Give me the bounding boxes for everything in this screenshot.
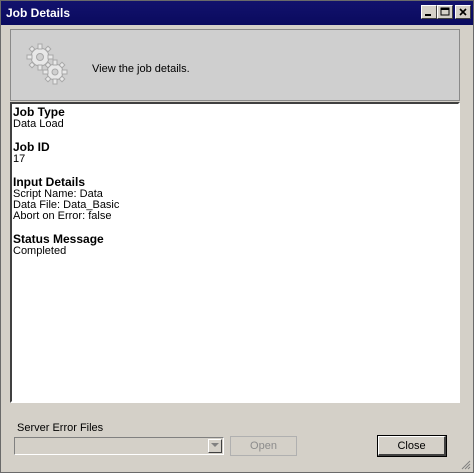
close-icon (459, 8, 467, 16)
section-heading: Job ID (13, 140, 50, 154)
dropdown-button[interactable] (208, 439, 222, 453)
section-value: 17 (13, 153, 26, 165)
job-details-panel[interactable]: Job Type Data Load Job ID 17 Input Detai… (10, 102, 460, 403)
section-job-id: Job ID 17 (13, 141, 457, 165)
window-title: Job Details (6, 6, 71, 20)
section-heading: Job Type (13, 105, 65, 119)
job-details-window: Job Details View the job details. Job Ty… (0, 0, 474, 473)
section-value: Completed (13, 245, 67, 257)
resize-grip-icon[interactable] (460, 459, 471, 470)
section-status-message: Status Message Completed (13, 233, 457, 257)
close-button[interactable]: Close (377, 435, 447, 457)
header-description: View the job details. (92, 63, 190, 75)
section-heading: Status Message (13, 232, 104, 246)
open-button[interactable]: Open (230, 436, 297, 456)
section-input-details: Input Details Script Name: Data Data Fil… (13, 176, 457, 222)
section-value: Abort on Error: false (13, 210, 112, 222)
minimize-button[interactable] (421, 5, 437, 19)
server-error-files-label: Server Error Files (17, 422, 104, 434)
section-value: Data Load (13, 118, 64, 130)
chevron-down-icon (211, 443, 219, 447)
section-job-type: Job Type Data Load (13, 106, 457, 130)
maximize-button[interactable] (437, 5, 453, 19)
header-panel: View the job details. (10, 29, 460, 101)
server-error-files-select[interactable] (14, 437, 224, 455)
title-bar[interactable]: Job Details (1, 1, 473, 25)
gears-icon (26, 43, 68, 85)
maximize-icon (440, 7, 450, 16)
close-window-button[interactable] (455, 5, 471, 19)
minimize-icon (425, 14, 431, 16)
